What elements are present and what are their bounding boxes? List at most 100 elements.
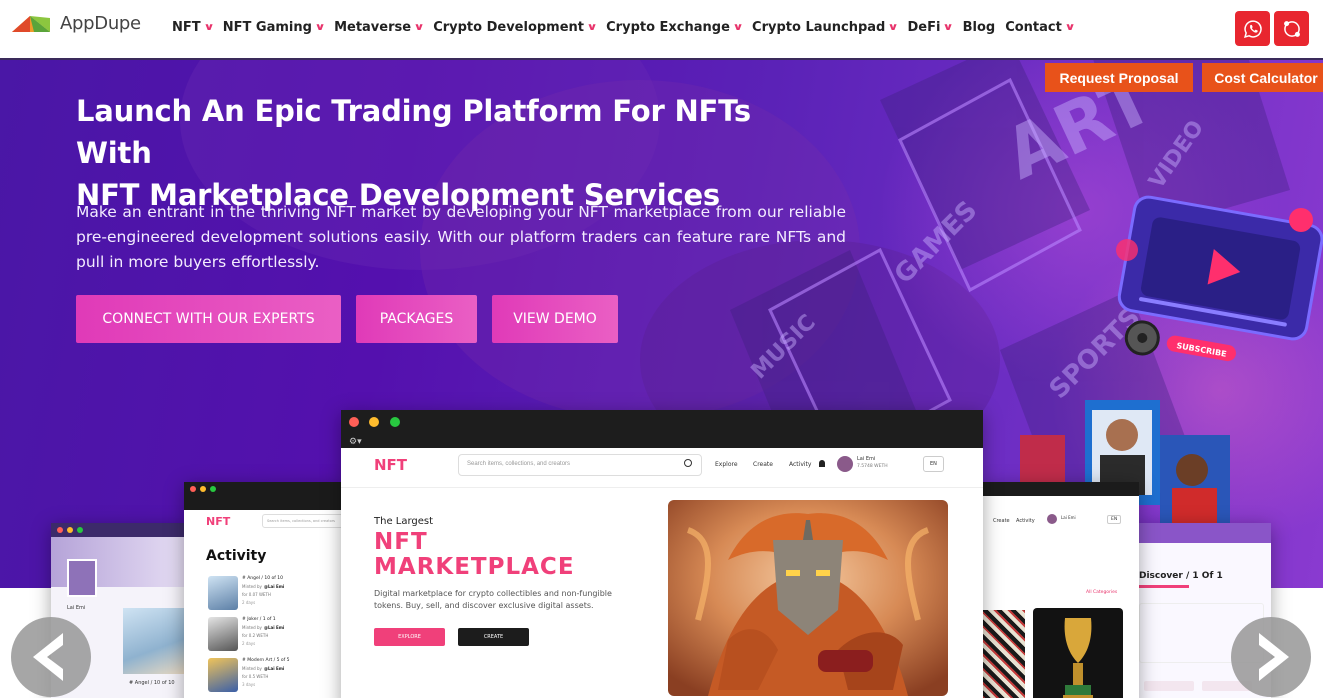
carousel-prev-button[interactable] <box>11 617 91 697</box>
nav-explore: Explore <box>715 461 738 468</box>
nav-item-crypto-exchange[interactable]: Crypto Exchange ∨ <box>606 20 744 35</box>
nav-item-nft-gaming[interactable]: NFT Gaming ∨ <box>222 20 326 35</box>
carousel-next-button[interactable] <box>1231 617 1311 697</box>
activity-by: Minted by <box>242 584 262 589</box>
activity-thumbnail <box>208 576 238 610</box>
nav-item-label: Crypto Launchpad <box>752 20 886 35</box>
activity-by: Minted by <box>242 666 262 671</box>
activity-thumbnail <box>208 617 238 651</box>
marketplace-navbar: NFT Search items, collections, and creat… <box>341 448 983 488</box>
connect-experts-button[interactable]: CONNECT WITH OUR EXPERTS <box>76 295 341 343</box>
top-navigation: AppDupe NFT ∨ NFT Gaming ∨ Metaverse ∨ Crypto … <box>0 0 1323 60</box>
activity-price: for 0.07 WETH <box>242 592 271 597</box>
language-select: EN <box>1107 515 1122 524</box>
nav-item-label: DeFi <box>907 20 941 35</box>
activity-title: # Joker / 1 of 1 <box>242 617 276 622</box>
nft-caption: # Angel / 10 of 10 <box>129 680 175 686</box>
activity-time: 2 days <box>242 600 256 605</box>
language-select: EN <box>923 456 944 472</box>
window-minimize-dot <box>67 527 73 533</box>
chevron-down-icon: ∨ <box>203 22 215 33</box>
nav-item-crypto-launchpad[interactable]: Crypto Launchpad ∨ <box>752 20 899 35</box>
mockup-explore-page: Create Activity Lai Emi EN All Categorie… <box>983 482 1139 698</box>
hero-description: Make an entrant in the thriving NFT mark… <box>76 203 846 271</box>
activity-time: 2 days <box>242 641 256 646</box>
user-name: Lai Emi <box>1061 515 1076 520</box>
profile-name: Lai Emi <box>67 605 86 611</box>
view-demo-button[interactable]: VIEW DEMO <box>492 295 618 343</box>
warrior-artwork <box>668 500 948 696</box>
profile-avatar <box>67 559 97 597</box>
user-name: Lai Emi <box>857 456 876 462</box>
user-avatar <box>837 456 853 472</box>
activity-by: Minted by <box>242 625 262 630</box>
appdupe-logo-icon <box>12 16 50 32</box>
nav-item-label: Blog <box>962 20 996 35</box>
nav-item-label: Crypto Development <box>433 20 585 35</box>
chevron-down-icon: ∨ <box>586 22 598 33</box>
cost-calculator-button[interactable]: Cost Calculator <box>1202 63 1323 92</box>
window-toolbar <box>184 496 344 510</box>
activity-time: 3 days <box>242 682 256 687</box>
activity-title: # Modern Art / 5 of 5 <box>242 658 290 663</box>
window-titlebar <box>184 482 344 496</box>
main-menu: NFT ∨ NFT Gaming ∨ Metaverse ∨ Crypto Developm… <box>172 20 1084 35</box>
nav-item-label: NFT <box>172 20 201 35</box>
activity-thumbnail <box>208 658 238 692</box>
featured-nft-artwork <box>668 500 948 696</box>
whatsapp-button[interactable] <box>1235 11 1270 46</box>
nav-item-label: NFT Gaming <box>222 20 312 35</box>
chevron-down-icon: ∨ <box>942 22 955 33</box>
search-icon <box>684 459 692 467</box>
hero-title: Launch An Epic Trading Platform For NFTs… <box>76 90 836 216</box>
window-titlebar <box>51 523 191 537</box>
bell-icon <box>819 460 825 467</box>
nft-artwork <box>123 608 185 674</box>
chevron-down-icon: ∨ <box>413 22 425 33</box>
skype-icon <box>1283 20 1300 37</box>
window-titlebar <box>983 482 1139 496</box>
activity-item: # Joker / 1 of 1 Minted by @Lai Emi for 0.2… <box>208 617 328 651</box>
nav-item-crypto-development[interactable]: Crypto Development ∨ <box>433 20 598 35</box>
nav-item-metaverse[interactable]: Metaverse ∨ <box>334 20 425 35</box>
nav-create: Create <box>753 461 773 468</box>
discover-heading: Discover / 1 Of 1 <box>1139 571 1223 581</box>
skype-button[interactable] <box>1274 11 1309 46</box>
user-balance: 7.5748 WETH <box>857 464 888 469</box>
nav-item-defi[interactable]: DeFi ∨ <box>907 20 955 35</box>
window-maximize-dot <box>77 527 83 533</box>
activity-title: # Angel / 10 of 10 <box>242 576 284 581</box>
activity-user: @Lai Emi <box>264 625 285 630</box>
activity-price: for 0.2 WETH <box>242 633 269 638</box>
nav-item-nft[interactable]: NFT ∨ <box>172 20 215 35</box>
bid-button <box>1144 681 1194 691</box>
nav-activity: Activity <box>1016 518 1035 524</box>
headline-big-line-1: NFT <box>374 529 428 555</box>
nav-item-blog[interactable]: Blog <box>963 20 996 35</box>
window-close-dot <box>57 527 63 533</box>
activity-item: # Modern Art / 5 of 5 Minted by @Lai Emi fo… <box>208 658 328 692</box>
whatsapp-icon <box>1243 19 1262 38</box>
nft-logo: NFT <box>374 456 408 474</box>
nav-item-label: Crypto Exchange <box>606 20 730 35</box>
trophy-icon <box>1063 618 1093 698</box>
window-minimize-dot <box>369 417 380 427</box>
packages-button[interactable]: PACKAGES <box>356 295 477 343</box>
nav-item-contact[interactable]: Contact ∨ <box>1005 20 1076 35</box>
nav-create: Create <box>993 518 1010 524</box>
user-avatar <box>1047 514 1057 524</box>
window-close-dot <box>190 486 196 492</box>
search-input: Search items, collections, and creators <box>262 514 344 528</box>
create-button: CREATE <box>458 628 529 646</box>
category-filter: All Categories <box>1086 590 1118 595</box>
chevron-left-icon <box>33 633 63 681</box>
mockup-marketplace-home: ⚙▾ NFT Search items, collections, and cr… <box>341 410 983 698</box>
activity-user: @Lai Emi <box>264 584 285 589</box>
chevron-down-icon: ∨ <box>1064 22 1076 33</box>
nav-activity: Activity <box>789 461 812 468</box>
settings-icon: ⚙▾ <box>349 436 362 446</box>
activity-price: for 0.5 WETH <box>242 674 269 679</box>
request-proposal-button[interactable]: Request Proposal <box>1045 63 1193 92</box>
brand-logo[interactable]: AppDupe <box>10 12 141 34</box>
search-input: Search items, collections, and creators <box>458 454 702 476</box>
